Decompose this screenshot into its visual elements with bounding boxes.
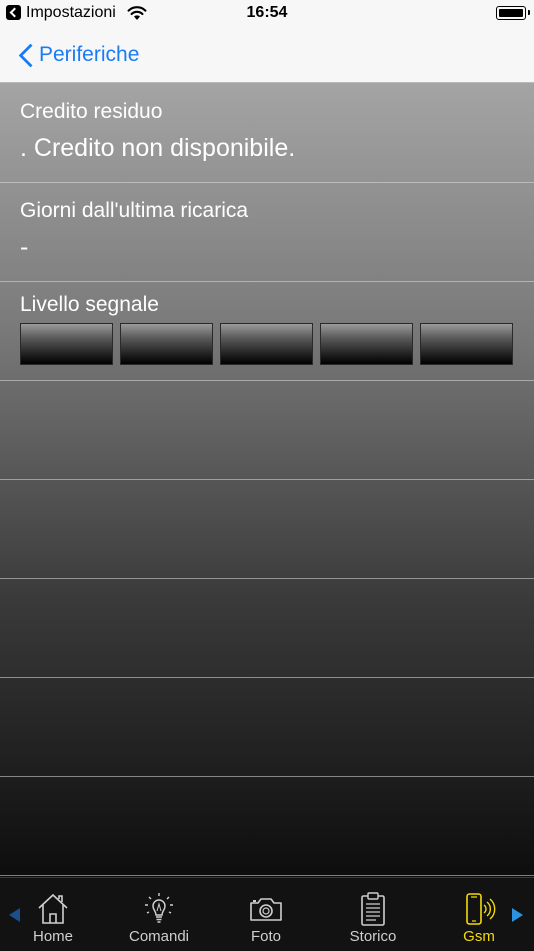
scroll-left-arrow-icon[interactable] [9, 908, 20, 922]
tab-comandi-label: Comandi [128, 928, 190, 945]
scroll-right-arrow-icon[interactable] [512, 908, 523, 922]
signal-bar [220, 323, 313, 365]
empty-row [0, 677, 534, 777]
last-recharge-title: Giorni dall'ultima ricarica [20, 199, 249, 222]
back-button[interactable]: Periferiche [14, 40, 139, 70]
last-recharge-row: Giorni dall'ultima ricarica - [0, 182, 534, 282]
credit-value: . Credito non disponibile. [20, 134, 296, 162]
tab-gsm-label: Gsm [463, 928, 495, 945]
signal-bar [20, 323, 113, 365]
lightbulb-icon [145, 893, 173, 923]
empty-row [0, 776, 534, 876]
home-icon [38, 893, 68, 924]
empty-row [0, 479, 534, 579]
tab-foto[interactable]: Foto [213, 878, 319, 951]
tab-bar: Home Comandi Foto Storico Gsm [0, 877, 534, 951]
back-button-label: Periferiche [39, 43, 140, 66]
signal-bar [420, 323, 513, 365]
last-recharge-value: - [20, 233, 29, 261]
tab-storico[interactable]: Storico [320, 878, 426, 951]
credit-title: Credito residuo [20, 100, 163, 123]
phone-signal-icon [466, 893, 496, 925]
tab-storico-label: Storico [349, 928, 397, 945]
empty-row [0, 578, 534, 678]
chevron-left-icon [14, 40, 36, 70]
signal-title: Livello segnale [20, 293, 159, 316]
signal-bar [120, 323, 213, 365]
camera-icon [250, 898, 282, 921]
navigation-bar: Periferiche [0, 28, 534, 83]
clipboard-icon [361, 892, 385, 926]
gsm-info-panel: Credito residuo . Credito non disponibil… [0, 83, 534, 877]
battery-icon [496, 6, 530, 20]
clock: 16:54 [246, 4, 288, 21]
tab-foto-label: Foto [250, 928, 281, 945]
empty-row [0, 380, 534, 480]
credit-row: Credito residuo . Credito non disponibil… [0, 83, 534, 183]
tab-home-label: Home [32, 928, 73, 945]
status-bar: Impostazioni 16:54 [0, 0, 534, 28]
signal-bar [320, 323, 413, 365]
tab-comandi[interactable]: Comandi [106, 878, 212, 951]
